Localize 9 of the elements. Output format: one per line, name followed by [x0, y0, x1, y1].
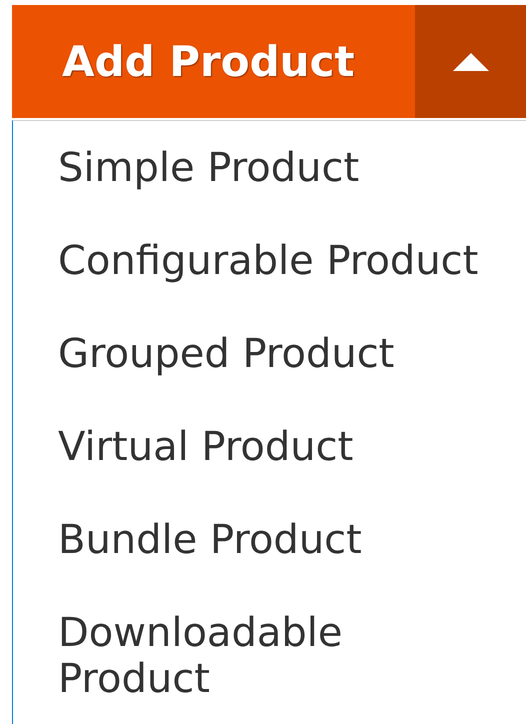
- menu-item[interactable]: Configurable Product: [58, 238, 503, 284]
- menu-item[interactable]: Simple Product: [58, 145, 503, 191]
- add-product-button[interactable]: Add Product: [12, 5, 415, 118]
- menu-item[interactable]: Bundle Product: [58, 517, 503, 563]
- caret-icon: [452, 52, 488, 70]
- menu-item[interactable]: Downloadable Product: [58, 610, 503, 702]
- dropdown-toggle[interactable]: [415, 5, 526, 118]
- menu-item[interactable]: Virtual Product: [58, 424, 503, 470]
- menu-item[interactable]: Grouped Product: [58, 331, 503, 377]
